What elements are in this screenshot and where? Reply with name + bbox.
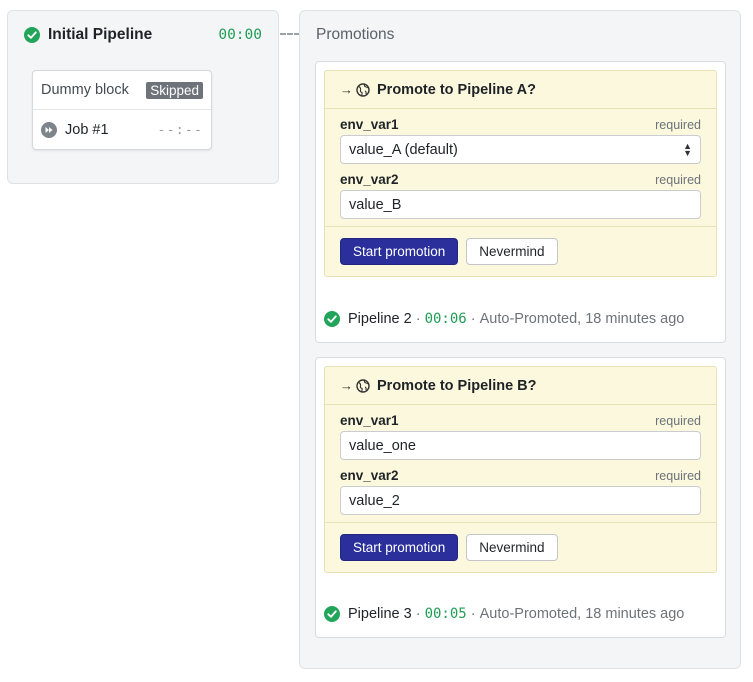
param-name: env_var1 (340, 413, 399, 428)
block-name: Dummy block (41, 82, 129, 98)
param-field: env_var2 required value_2 (325, 460, 716, 515)
arrow-right-icon: → (340, 82, 353, 97)
promotion-form: → Promote to Pipeline A? env_var1 requir… (324, 70, 717, 277)
promotions-panel: Promotions → Promote to Pipeline A? env_… (299, 10, 741, 669)
input-value: value_2 (349, 492, 400, 509)
param-name: env_var2 (340, 468, 399, 483)
arrow-right-icon: → (340, 378, 353, 393)
promotion-form: → Promote to Pipeline B? env_var1 requir… (324, 366, 717, 573)
promotion-title: Promote to Pipeline B? (377, 377, 537, 394)
promotion-actions: Start promotion Nevermind (325, 226, 716, 276)
select-caret-icon: ▲ ▼ (683, 140, 692, 158)
pipeline-connector (280, 33, 300, 35)
promotion-title: Promote to Pipeline A? (377, 81, 536, 98)
pipeline-title[interactable]: Initial Pipeline (48, 26, 152, 44)
param-name: env_var1 (340, 117, 399, 132)
result-meta: Auto-Promoted, 18 minutes ago (479, 605, 685, 622)
param-field: env_var2 required value_B (325, 164, 716, 219)
separator: · (466, 605, 480, 622)
promotion-card: → Promote to Pipeline A? env_var1 requir… (315, 61, 726, 343)
globe-icon (356, 82, 370, 97)
param-name: env_var2 (340, 172, 399, 187)
start-promotion-button[interactable]: Start promotion (340, 238, 459, 265)
param-input[interactable]: value_2 (340, 486, 701, 515)
promotions-title: Promotions (316, 26, 395, 43)
passed-check-icon (324, 605, 340, 622)
required-label: required (655, 469, 701, 483)
job-duration: --:-- (157, 121, 203, 138)
passed-check-icon (324, 310, 340, 327)
param-input[interactable]: value_one (340, 431, 701, 460)
result-meta: Auto-Promoted, 18 minutes ago (479, 310, 685, 327)
separator: · (466, 310, 480, 327)
required-label: required (655, 118, 701, 132)
param-select[interactable]: value_A (default) ▲ ▼ (340, 135, 701, 164)
result-pipeline-link[interactable]: Pipeline 3 (348, 606, 412, 622)
nevermind-button[interactable]: Nevermind (466, 534, 558, 561)
job-label[interactable]: Job #1 (65, 122, 109, 138)
passed-check-icon (24, 27, 40, 43)
input-value: value_B (349, 196, 402, 213)
separator: · (411, 605, 425, 622)
skip-icon (41, 121, 57, 138)
param-field: env_var1 required value_one (325, 405, 716, 460)
separator: · (411, 310, 425, 327)
input-value: value_one (349, 437, 416, 454)
required-label: required (655, 173, 701, 187)
promotion-form-header: → Promote to Pipeline A? (325, 71, 716, 109)
select-value: value_A (default) (349, 141, 458, 158)
initial-pipeline-panel: Initial Pipeline 00:00 Dummy block Skipp… (7, 10, 279, 184)
promotion-result: Pipeline 2 · 00:06 · Auto-Promoted, 18 m… (324, 302, 717, 335)
param-input[interactable]: value_B (340, 190, 701, 219)
start-promotion-button[interactable]: Start promotion (340, 534, 459, 561)
skipped-badge: Skipped (146, 81, 203, 99)
block-header: Dummy block Skipped (33, 71, 211, 110)
promotion-card: → Promote to Pipeline B? env_var1 requir… (315, 357, 726, 638)
job-row[interactable]: Job #1 --:-- (33, 110, 211, 149)
nevermind-button[interactable]: Nevermind (466, 238, 558, 265)
result-duration: 00:06 (424, 310, 467, 327)
pipeline-header: Initial Pipeline 00:00 (24, 26, 262, 44)
block-card[interactable]: Dummy block Skipped Job #1 --:-- (32, 70, 212, 150)
result-pipeline-link[interactable]: Pipeline 2 (348, 311, 412, 327)
promotion-form-header: → Promote to Pipeline B? (325, 367, 716, 405)
promotion-result: Pipeline 3 · 00:05 · Auto-Promoted, 18 m… (324, 597, 717, 630)
required-label: required (655, 414, 701, 428)
pipeline-duration: 00:00 (218, 27, 262, 43)
result-duration: 00:05 (424, 605, 467, 622)
promotion-actions: Start promotion Nevermind (325, 522, 716, 572)
globe-icon (356, 378, 370, 393)
param-field: env_var1 required value_A (default) ▲ ▼ (325, 109, 716, 164)
